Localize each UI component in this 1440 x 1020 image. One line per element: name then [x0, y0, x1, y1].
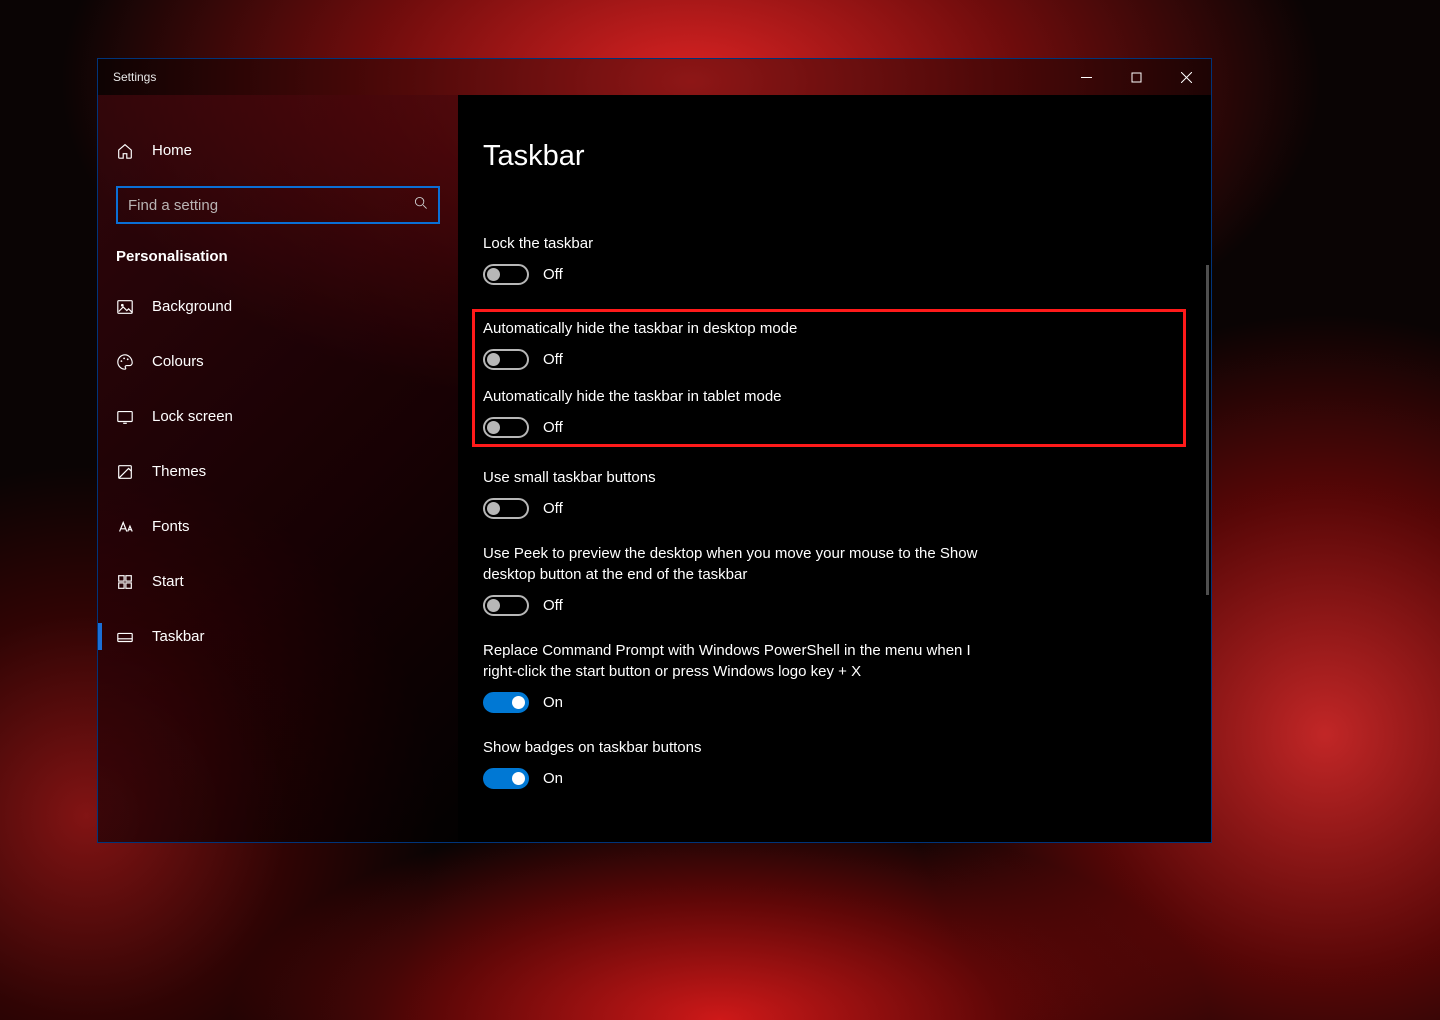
sidebar-item-themes[interactable]: Themes: [98, 444, 458, 499]
setting-label: Show badges on taskbar buttons: [483, 737, 983, 758]
search-input[interactable]: [128, 197, 414, 214]
sidebar-item-label: Fonts: [152, 518, 190, 535]
fonts-icon: [116, 518, 134, 536]
content-panel: Taskbar Lock the taskbar Off Automatical…: [458, 95, 1211, 842]
taskbar-icon: [116, 628, 134, 646]
setting-label: Automatically hide the taskbar in deskto…: [483, 318, 933, 339]
scrollbar[interactable]: [1206, 265, 1209, 595]
minimize-button[interactable]: [1061, 59, 1111, 95]
sidebar-section-header: Personalisation: [98, 242, 458, 279]
setting-autohide-desktop: Automatically hide the taskbar in deskto…: [483, 318, 933, 370]
picture-icon: [116, 298, 134, 316]
toggle-state: On: [543, 694, 563, 711]
toggle-state: Off: [543, 419, 563, 436]
search-icon: [414, 196, 428, 214]
setting-label: Automatically hide the taskbar in tablet…: [483, 386, 933, 407]
toggle-state: Off: [543, 266, 563, 283]
toggle-state: Off: [543, 351, 563, 368]
sidebar-item-lock-screen[interactable]: Lock screen: [98, 389, 458, 444]
sidebar: Home Personalisation Background Colours: [98, 95, 458, 842]
sidebar-item-taskbar[interactable]: Taskbar: [98, 609, 458, 664]
setting-powershell: Replace Command Prompt with Windows Powe…: [483, 640, 983, 713]
home-icon: [116, 142, 134, 160]
sidebar-item-label: Start: [152, 573, 184, 590]
window-controls: [1061, 59, 1211, 95]
highlighted-region: Automatically hide the taskbar in deskto…: [472, 309, 1186, 447]
maximize-button[interactable]: [1111, 59, 1161, 95]
start-icon: [116, 573, 134, 591]
toggle-autohide-desktop[interactable]: [483, 349, 529, 370]
toggle-state: Off: [543, 597, 563, 614]
themes-icon: [116, 463, 134, 481]
search-input-container[interactable]: [116, 186, 440, 224]
toggle-lock-taskbar[interactable]: [483, 264, 529, 285]
setting-lock-taskbar: Lock the taskbar Off: [483, 233, 983, 285]
toggle-autohide-tablet[interactable]: [483, 417, 529, 438]
window-title: Settings: [113, 70, 156, 84]
toggle-peek[interactable]: [483, 595, 529, 616]
titlebar: Settings: [98, 59, 1211, 95]
toggle-badges[interactable]: [483, 768, 529, 789]
setting-badges: Show badges on taskbar buttons On: [483, 737, 983, 789]
sidebar-item-label: Taskbar: [152, 628, 205, 645]
toggle-powershell[interactable]: [483, 692, 529, 713]
sidebar-item-start[interactable]: Start: [98, 554, 458, 609]
palette-icon: [116, 353, 134, 371]
sidebar-home-label: Home: [152, 142, 192, 159]
setting-autohide-tablet: Automatically hide the taskbar in tablet…: [483, 386, 933, 438]
toggle-small-buttons[interactable]: [483, 498, 529, 519]
sidebar-item-fonts[interactable]: Fonts: [98, 499, 458, 554]
toggle-state: Off: [543, 500, 563, 517]
toggle-state: On: [543, 770, 563, 787]
setting-label: Lock the taskbar: [483, 233, 983, 254]
setting-peek: Use Peek to preview the desktop when you…: [483, 543, 983, 616]
settings-window: Settings Home: [97, 58, 1212, 843]
lock-screen-icon: [116, 408, 134, 426]
sidebar-item-background[interactable]: Background: [98, 279, 458, 334]
sidebar-item-label: Background: [152, 298, 232, 315]
sidebar-home[interactable]: Home: [98, 123, 458, 178]
close-button[interactable]: [1161, 59, 1211, 95]
setting-label: Use Peek to preview the desktop when you…: [483, 543, 983, 585]
setting-label: Use small taskbar buttons: [483, 467, 983, 488]
setting-small-buttons: Use small taskbar buttons Off: [483, 467, 983, 519]
sidebar-item-label: Colours: [152, 353, 204, 370]
setting-label: Replace Command Prompt with Windows Powe…: [483, 640, 983, 682]
sidebar-item-label: Lock screen: [152, 408, 233, 425]
sidebar-item-label: Themes: [152, 463, 206, 480]
page-title: Taskbar: [483, 140, 1186, 173]
sidebar-item-colours[interactable]: Colours: [98, 334, 458, 389]
